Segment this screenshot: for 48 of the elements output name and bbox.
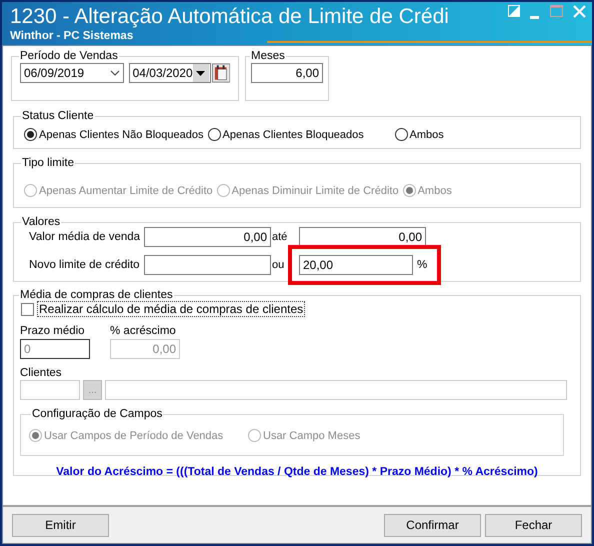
checkbox-label[interactable]: Realizar cálculo de média de compras de clientes	[37, 301, 306, 317]
calendar-icon[interactable]	[212, 63, 230, 83]
dropdown-icon[interactable]	[192, 64, 209, 82]
radio-label: Ambos	[410, 128, 444, 140]
checkbox[interactable]	[21, 302, 34, 316]
group-label: Período de Vendas	[19, 50, 119, 62]
chevron-down-icon[interactable]	[110, 70, 120, 76]
connector-label: ou	[271, 259, 286, 271]
window-title: 1230 - Alteração Automática de Limite de Crédi	[10, 5, 449, 29]
value-field[interactable]: 20,00	[299, 255, 413, 275]
percent-label: %	[417, 259, 428, 271]
field-label: Clientes	[20, 367, 63, 379]
group-label: Tipo limite	[21, 157, 75, 169]
radio-button[interactable]	[208, 128, 221, 141]
radio-label: Apenas Diminuir Limite de Crédito	[232, 184, 399, 196]
radio-button[interactable]	[394, 128, 408, 141]
group-label: Meses	[250, 50, 286, 62]
client-code-field[interactable]	[20, 380, 80, 400]
field-label: Novo limite de crédito	[29, 259, 141, 271]
window-subtitle: Winthor - PC Sistemas	[10, 29, 134, 43]
months-field[interactable]: 6,00	[251, 63, 323, 83]
formula-text: Valor do Acréscimo = (((Total de Vendas / Qtde de Meses) * Prazo Médio) * % Acréscimo)	[55, 466, 539, 478]
field-label: Prazo médio	[20, 325, 85, 337]
dialog-button[interactable]: Emitir	[12, 514, 109, 536]
radio-button[interactable]	[24, 128, 37, 141]
dialog-button[interactable]: Confirmar	[384, 514, 481, 536]
radio-label: Usar Campos de Período de Vendas	[44, 430, 224, 442]
group-label: Valores	[21, 216, 62, 228]
client-name-field[interactable]	[105, 380, 567, 400]
value-field[interactable]: 0,00	[299, 227, 426, 247]
connector-label: até	[271, 231, 288, 243]
restore-icon[interactable]	[508, 5, 520, 17]
radio-label: Apenas Clientes Bloqueados	[222, 128, 364, 140]
value-field[interactable]: 0,00	[144, 227, 271, 247]
close-icon[interactable]	[573, 5, 586, 18]
field-label: % acréscimo	[110, 325, 176, 337]
group-label: Configuração de Campos	[31, 408, 164, 420]
group-label: Status Cliente	[21, 110, 95, 122]
value-field[interactable]	[144, 255, 271, 275]
radio-label: Ambos	[418, 184, 452, 196]
group-label: Média de compras de clientes	[19, 289, 174, 301]
field-label: Valor média de venda	[29, 231, 142, 243]
end-date-field[interactable]: 04/03/2020	[128, 63, 211, 83]
start-date-field[interactable]: 06/09/2019	[20, 63, 124, 83]
dialog-button[interactable]: Fechar	[485, 514, 582, 536]
radio-label: Usar Campo Meses	[263, 430, 360, 442]
radio-label: Apenas Clientes Não Bloqueados	[39, 128, 204, 140]
radio-label: Apenas Aumentar Limite de Crédito	[39, 184, 213, 196]
